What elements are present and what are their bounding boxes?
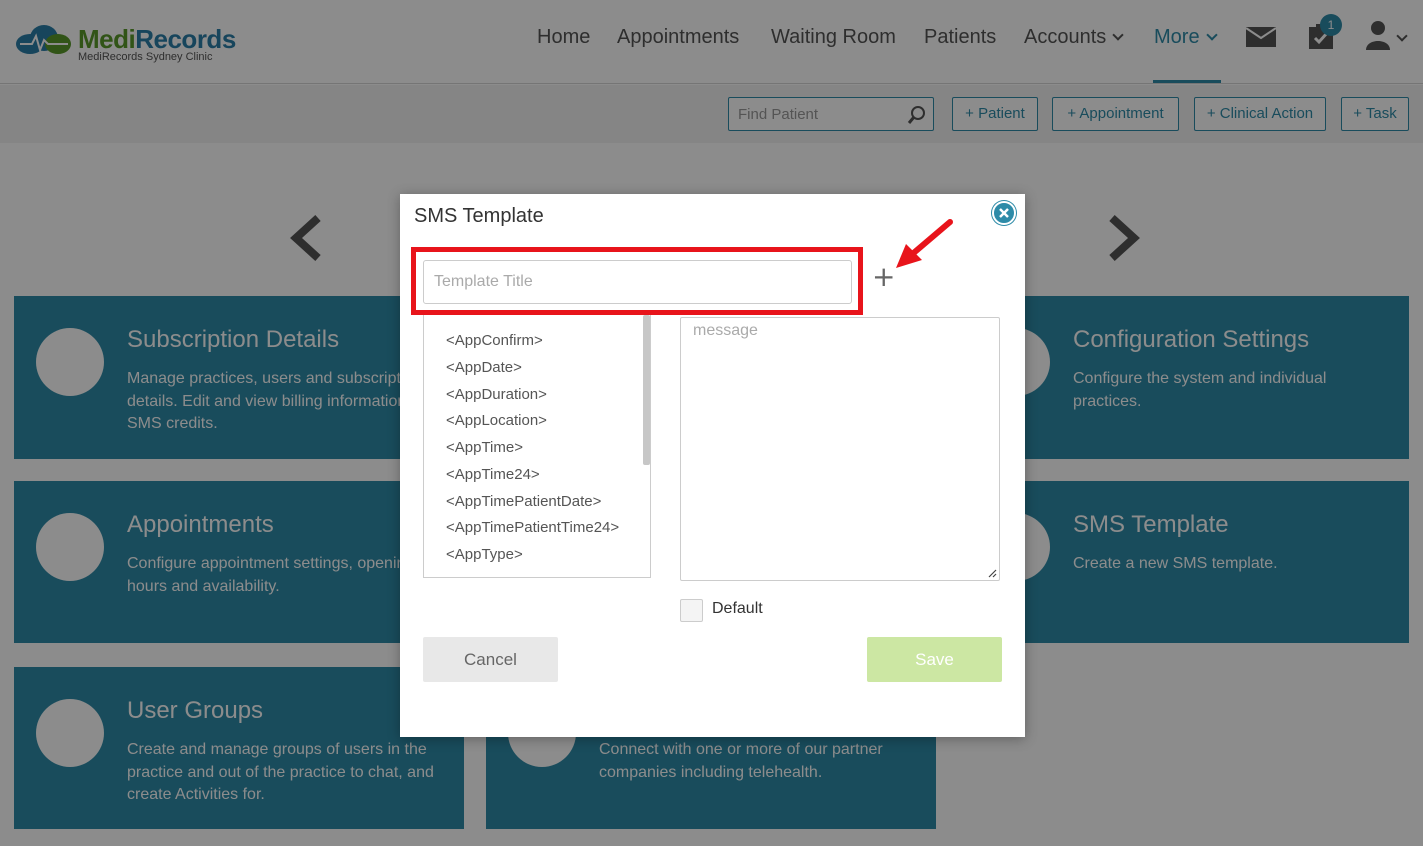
default-checkbox[interactable] [680, 599, 703, 622]
annotation-highlight-box [411, 247, 863, 315]
close-button[interactable] [992, 201, 1016, 225]
variable-item[interactable]: <AppLocation> [446, 412, 547, 429]
variable-item[interactable]: <AppTimePatientDate> [446, 493, 601, 510]
variable-list-scrollbar[interactable] [643, 315, 650, 465]
close-icon [999, 208, 1009, 218]
variable-item[interactable]: <AppTimePatientTime24> [446, 519, 619, 536]
variable-item[interactable]: <AppType> [446, 546, 523, 563]
template-variable-list[interactable]: <AppConfirm> <AppDate> <AppDuration> <Ap… [423, 315, 651, 578]
cancel-button[interactable]: Cancel [423, 637, 558, 682]
variable-item[interactable]: <AppConfirm> [446, 332, 543, 349]
resize-grip-icon[interactable] [987, 568, 997, 578]
annotation-arrow-icon [896, 219, 953, 268]
add-variable-button[interactable]: + [872, 263, 895, 291]
variable-item[interactable]: <AppTime24> [446, 466, 540, 483]
dialog-title: SMS Template [414, 205, 544, 227]
variable-item[interactable]: <AppDate> [446, 359, 522, 376]
save-button[interactable]: Save [867, 637, 1002, 682]
message-textarea[interactable] [680, 317, 1000, 581]
sms-template-dialog: SMS Template + <AppConfirm> <AppDate> <A… [400, 194, 1025, 737]
default-checkbox-label[interactable]: Default [712, 600, 763, 618]
variable-item[interactable]: <AppDuration> [446, 386, 547, 403]
variable-item[interactable]: <AppTime> [446, 439, 523, 456]
